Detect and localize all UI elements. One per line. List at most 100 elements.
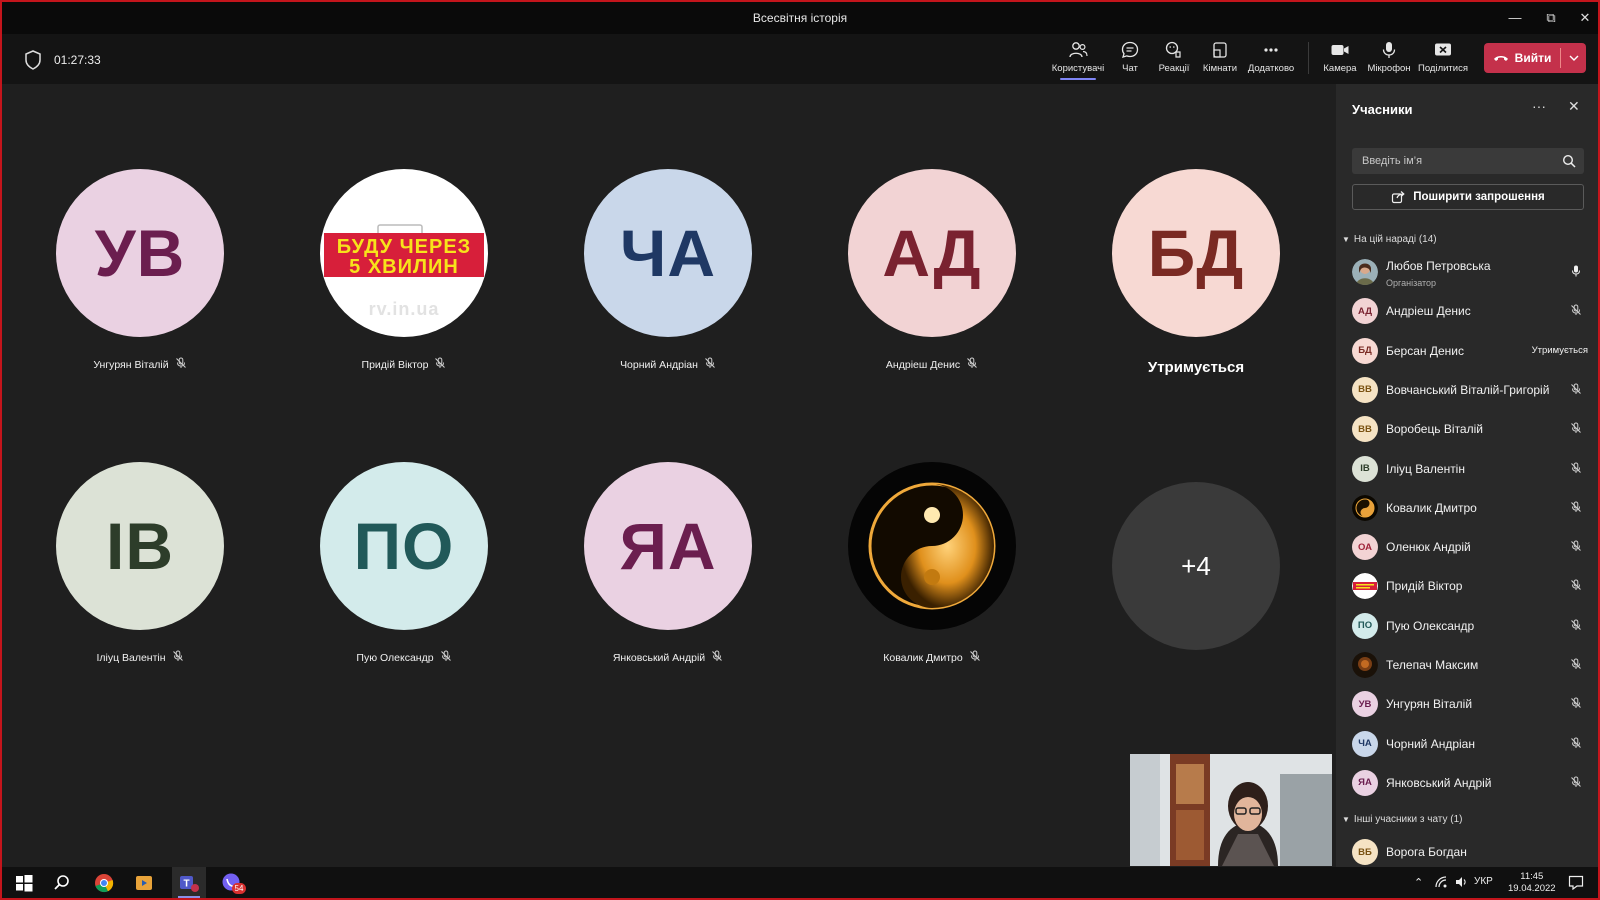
overflow-tile[interactable]: +4 — [1112, 482, 1280, 650]
share-invite-button[interactable]: Поширити запрошення — [1352, 184, 1584, 210]
leave-options-button[interactable] — [1562, 43, 1586, 73]
avatar-initials: БД — [1358, 345, 1372, 357]
avatar: ВВ — [1352, 376, 1378, 403]
participant-name: Оленюк Андрій — [1386, 540, 1471, 555]
windows-start-icon[interactable] — [12, 871, 36, 895]
search-box — [1352, 148, 1584, 174]
participant-row[interactable]: Телепач Максим — [1352, 645, 1588, 685]
camera-icon — [1331, 45, 1349, 55]
search-icon[interactable] — [1562, 154, 1576, 168]
participant-row[interactable]: БД Берсан Денис Утримується — [1352, 331, 1588, 371]
avatar-initials: ЧА — [1358, 738, 1372, 750]
participant-row[interactable]: Любов Петровська Організатор — [1352, 252, 1588, 292]
tile-name-text: Андріеш Денис — [885, 358, 961, 371]
participant-row[interactable]: ВВ Воробець Віталій — [1352, 409, 1588, 449]
share-label: Поділитися — [1418, 63, 1468, 74]
avatar-initials: ВВ — [1358, 423, 1372, 435]
people-button[interactable]: Користувачі — [1046, 40, 1110, 80]
chat-label: Чат — [1122, 63, 1138, 74]
avatar-initials: АД — [882, 216, 982, 290]
participant-row[interactable]: УВ Унгурян Віталій — [1352, 684, 1588, 724]
teams-taskbar-slot[interactable]: T — [172, 867, 206, 898]
more-actions-button[interactable]: Додатково — [1244, 40, 1298, 74]
participant-row[interactable]: ЯА Янковський Андрій — [1352, 763, 1588, 803]
participant-tile[interactable]: ЧА Чорний Андріан — [584, 169, 752, 372]
media-icon[interactable] — [132, 871, 156, 895]
avatar-initials: ВВ — [1358, 384, 1372, 396]
taskbar-clock[interactable]: 11:45 19.04.2022 — [1508, 871, 1556, 895]
clock-date: 19.04.2022 — [1508, 883, 1556, 894]
camera-label: Камера — [1323, 63, 1357, 74]
participant-tile[interactable]: ЯА Янковський Андрій — [584, 462, 752, 665]
participant-row[interactable]: ВБ Ворога Богдан — [1352, 832, 1588, 867]
tile-name-text: Пую Олександр — [356, 651, 434, 664]
leave-button[interactable]: Вийти — [1484, 43, 1560, 73]
participant-row[interactable]: ПО Пую Олександр — [1352, 606, 1588, 646]
participant-tile[interactable]: УВ Унгурян Віталій — [56, 169, 224, 372]
mic-off-icon — [704, 357, 716, 372]
language-indicator[interactable]: УКР — [1474, 876, 1493, 887]
avatar-initials: БД — [1147, 216, 1245, 290]
avatar: УВ — [1352, 691, 1378, 718]
restore-icon[interactable]: ⧉ — [1538, 6, 1564, 30]
share-screen-button[interactable]: Поділитися — [1416, 40, 1470, 74]
participant-row[interactable]: ОА Оленюк Андрій — [1352, 527, 1588, 567]
self-video-preview[interactable] — [1130, 754, 1332, 866]
panel-more-icon[interactable]: ··· — [1532, 98, 1546, 114]
chrome-icon[interactable] — [92, 871, 116, 895]
rooms-button[interactable]: Кімнати — [1200, 40, 1240, 74]
search-input[interactable] — [1352, 148, 1552, 174]
participant-row[interactable]: ІВ Іліуц Валентін — [1352, 449, 1588, 489]
title-bar: Всесвітня історія — ⧉ ✕ — [2, 2, 1598, 34]
volume-icon[interactable] — [1454, 875, 1468, 889]
section-others[interactable]: ▼ Інші учасники з чату (1) — [1342, 814, 1462, 825]
close-icon[interactable]: ✕ — [1572, 6, 1598, 30]
mic-off-icon — [1570, 657, 1582, 675]
participant-row[interactable]: Ковалик Дмитро — [1352, 488, 1588, 528]
more-label: Додатково — [1247, 63, 1295, 74]
avatar: ВБ — [1352, 839, 1378, 865]
reactions-button[interactable]: Реакції — [1152, 40, 1196, 74]
participant-name: Унгурян Віталій — [1386, 697, 1473, 712]
participant-row[interactable]: ВВ Вовчанський Віталій-Григорій — [1352, 370, 1588, 410]
avatar-initials: ЯА — [619, 509, 717, 583]
participant-row[interactable]: ЧА Чорний Андріан — [1352, 724, 1588, 764]
participant-tile[interactable]: АД Андріеш Денис — [848, 169, 1016, 372]
participant-tile[interactable]: ІВ Іліуц Валентін — [56, 462, 224, 665]
minimize-icon[interactable]: — — [1502, 6, 1528, 30]
participant-tile[interactable]: Ковалик Дмитро — [848, 462, 1016, 665]
tray-chevron-icon[interactable]: ⌃ — [1414, 876, 1423, 889]
notifications-icon[interactable] — [1568, 875, 1584, 890]
overflow-count: +4 — [1112, 482, 1280, 650]
participant-name: Андріеш Денис — [1386, 304, 1471, 319]
search-icon[interactable] — [50, 871, 74, 895]
network-icon[interactable] — [1434, 875, 1448, 889]
participant-tile-on-hold[interactable]: БД Утримується — [1112, 169, 1280, 376]
viber-badge: 54 — [232, 883, 246, 894]
mic-off-icon — [1570, 775, 1582, 793]
mic-button[interactable]: Мікрофон — [1366, 40, 1412, 74]
section-in-meeting[interactable]: ▼ На цій нараді (14) — [1342, 234, 1437, 245]
participant-tile[interactable]: БУДУ ЧЕРЕЗ 5 ХВИЛИН rv.in.ua Придій Вікт… — [320, 169, 488, 372]
camera-button[interactable]: Камера — [1320, 40, 1360, 74]
participant-row[interactable]: Придій Віктор — [1352, 566, 1588, 606]
mic-off-icon — [440, 650, 452, 665]
participant-tile[interactable]: ПО Пую Олександр — [320, 462, 488, 665]
mic-on-icon — [1570, 264, 1582, 282]
tile-name: Ковалик Дмитро — [848, 650, 1016, 665]
avatar: УВ — [56, 169, 224, 337]
participant-row[interactable]: АД Андріеш Денис — [1352, 291, 1588, 331]
leave-button-group: Вийти — [1484, 43, 1586, 73]
mic-off-icon — [1570, 303, 1582, 321]
reactions-icon — [1165, 41, 1181, 58]
avatar: ІВ — [56, 462, 224, 630]
participant-name: Вовчанський Віталій-Григорій — [1386, 382, 1550, 397]
reactions-label: Реакції — [1158, 63, 1190, 74]
chat-button[interactable]: Чат — [1112, 40, 1148, 74]
viber-taskbar-slot[interactable]: 54 — [214, 867, 248, 898]
avatar-initials: УВ — [94, 216, 186, 290]
tile-name-text: Янковський Андрій — [612, 651, 706, 664]
svg-text:T: T — [183, 879, 189, 890]
share-invite-label: Поширити запрошення — [1413, 191, 1545, 203]
close-icon[interactable]: ✕ — [1568, 98, 1580, 115]
